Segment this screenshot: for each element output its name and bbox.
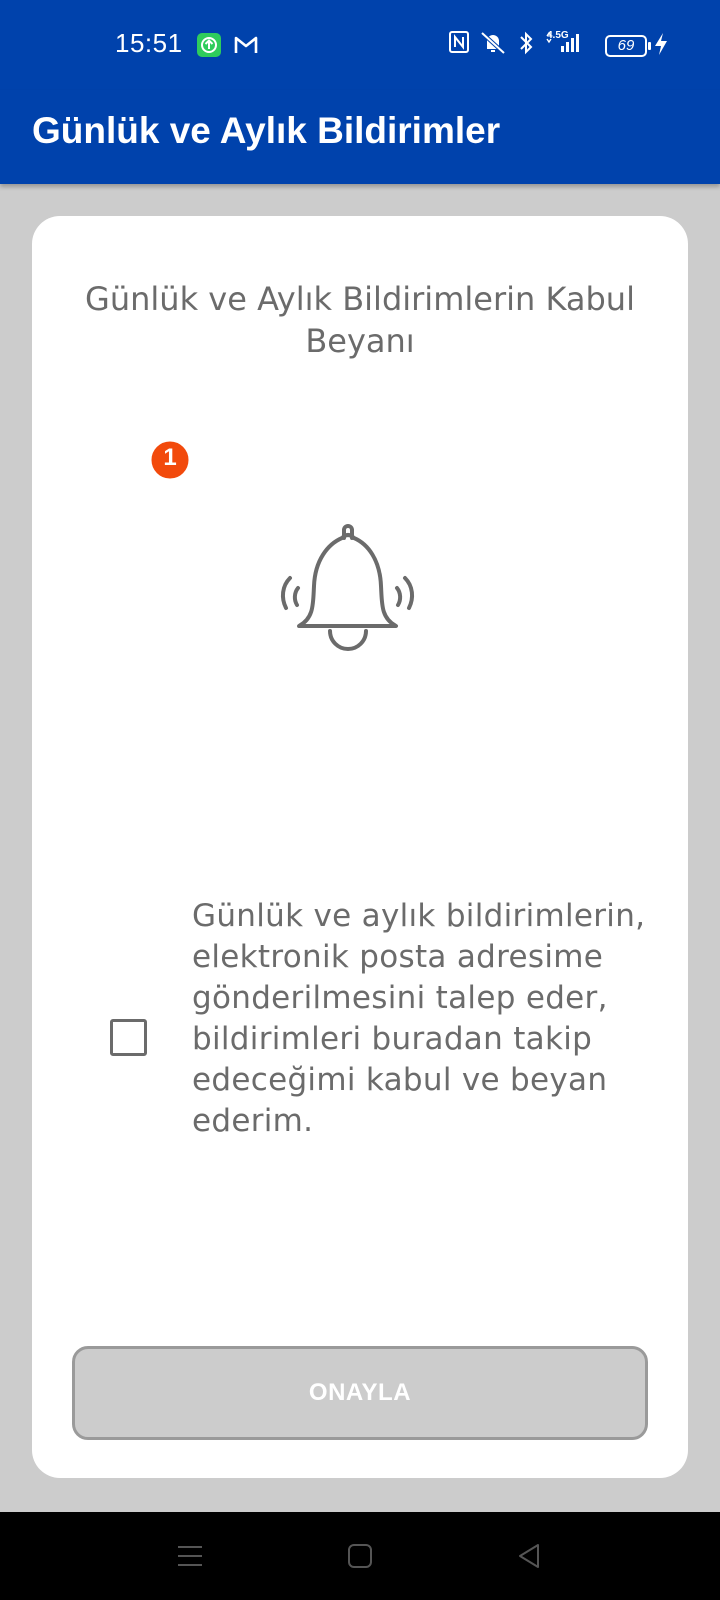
bluetooth-icon [520, 31, 533, 55]
signal-icon [546, 31, 579, 52]
muted-icon [480, 31, 506, 55]
menu-button[interactable] [140, 1512, 240, 1600]
home-icon [348, 1544, 372, 1568]
menu-icon [178, 1546, 202, 1566]
card-title: Günlük ve Aylık Bildirimlerin Kabul Beya… [85, 280, 635, 360]
back-icon [519, 1544, 539, 1568]
gmail-icon [233, 33, 259, 61]
notification-bell-icon [272, 516, 452, 686]
battery-icon: 69 [605, 35, 651, 57]
confirm-button[interactable]: ONAYLA [72, 1346, 648, 1440]
badge-count: 1 [163, 444, 177, 471]
nfc-icon [449, 31, 469, 53]
consent-card: Günlük ve Aylık Bildirimlerin Kabul Beya… [32, 216, 688, 1478]
upload-app-icon [197, 33, 221, 57]
status-time: 15:51 [115, 28, 183, 58]
page-title: Günlük ve Aylık Bildirimler [32, 110, 501, 151]
back-button[interactable] [480, 1512, 580, 1600]
system-nav-bar [0, 1512, 720, 1600]
status-bar: 15:51 4.5G 69 [0, 0, 720, 90]
app-bar: Günlük ve Aylık Bildirimler [0, 90, 720, 184]
consent-row: Günlük ve aylık bildirimlerin, elektroni… [32, 896, 688, 1196]
consent-checkbox[interactable] [110, 1019, 147, 1056]
home-button[interactable] [310, 1512, 410, 1600]
charging-icon [655, 33, 667, 55]
consent-text: Günlük ve aylık bildirimlerin, elektroni… [192, 898, 646, 1139]
